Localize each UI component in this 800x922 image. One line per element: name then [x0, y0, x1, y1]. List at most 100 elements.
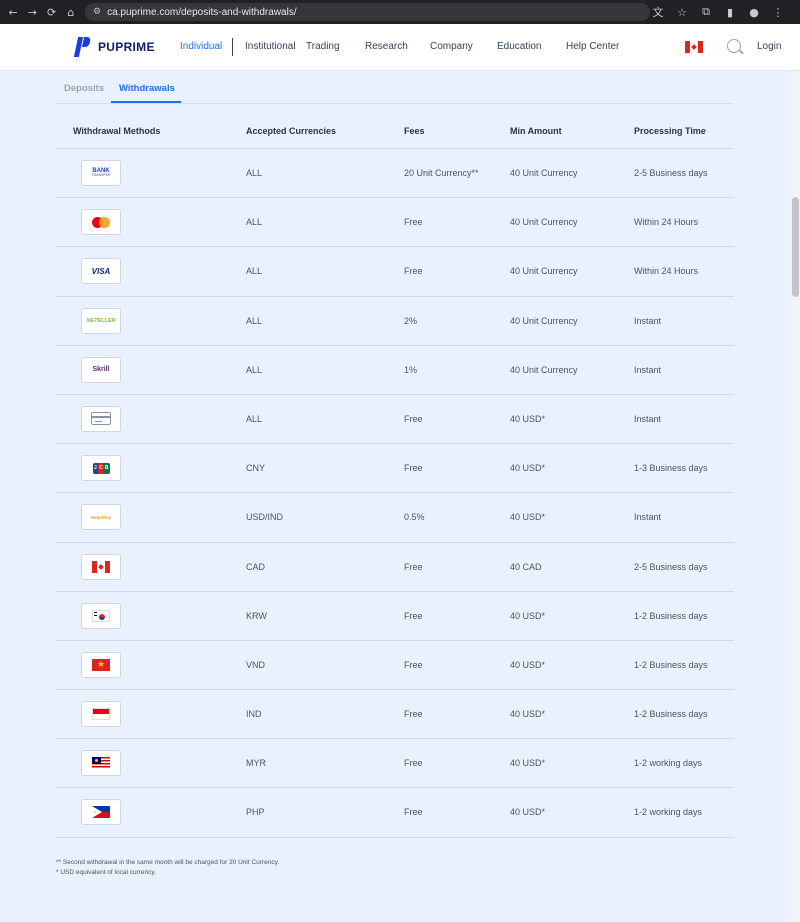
min-amount-cell: 40 USD* — [510, 709, 546, 720]
table-row: KRW Free 40 USD* 1-2 Business days — [56, 592, 734, 641]
min-amount-cell: 40 Unit Currency — [510, 217, 578, 228]
puprime-logo[interactable]: PUPRIME — [73, 36, 155, 58]
currency-cell: ALL — [246, 266, 263, 277]
column-header: Processing Time — [634, 126, 706, 136]
fee-cell: Free — [404, 463, 423, 474]
table-row: NETELLER ALL 2% 40 Unit Currency Instant — [56, 297, 734, 346]
fee-cell: Free — [404, 413, 423, 424]
fee-cell: 0.5% — [404, 512, 425, 523]
nav-company[interactable]: Company — [430, 41, 473, 52]
processing-time-cell: 1-2 Business days — [634, 659, 708, 670]
table-row: PHP Free 40 USD* 1-2 working days — [56, 788, 734, 838]
profile-icon[interactable]: ● — [746, 4, 762, 20]
site-header: PUPRIME Individual Institutional Trading… — [0, 24, 800, 71]
tab-withdrawals[interactable]: Withdrawals — [119, 83, 175, 94]
footnote: * USD equivalent of local currency. — [56, 869, 156, 876]
table-row: VISA ALL Free 40 Unit Currency Within 24… — [56, 247, 734, 297]
processing-time-cell: 1-2 working days — [634, 807, 703, 818]
currency-cell: USD/IND — [246, 512, 284, 523]
payment-tabs: Deposits Withdrawals — [56, 71, 732, 104]
min-amount-cell: 40 Unit Currency — [510, 266, 578, 277]
fee-cell: 20 Unit Currency** — [404, 168, 479, 178]
extensions-icon[interactable]: ⧉ — [698, 4, 714, 20]
min-amount-cell: 40 USD* — [510, 659, 546, 670]
processing-time-cell: 1-2 Business days — [634, 709, 708, 720]
currency-cell: IND — [246, 709, 262, 720]
active-tab-indicator — [111, 101, 181, 103]
home-icon[interactable]: ⌂ — [64, 4, 78, 20]
mastercard-logo — [81, 209, 121, 236]
min-amount-cell: 40 Unit Currency — [510, 364, 578, 375]
processing-time-cell: Instant — [634, 512, 662, 523]
nav-trading[interactable]: Trading — [306, 41, 340, 52]
table-row: BANK TRANSFER ALL 20 Unit Currency** 40 U… — [56, 149, 734, 199]
login-link[interactable]: Login — [757, 41, 781, 52]
nav-education[interactable]: Education — [497, 41, 541, 52]
browser-toolbar: ← → ⟳ ⌂ ⚙ ca.puprime.com/deposits-and-wi… — [0, 0, 800, 24]
visa-logo: VISA — [81, 258, 121, 285]
table-row: MYR Free 40 USD* 1-2 working days — [56, 739, 734, 789]
site-info-icon[interactable]: ⚙ — [93, 7, 101, 17]
currency-cell: KRW — [246, 610, 267, 621]
url-text[interactable]: ca.puprime.com/deposits-and-withdrawals/ — [107, 7, 297, 18]
table-header: Withdrawal Methods Accepted Currencies F… — [56, 113, 734, 149]
min-amount-cell: 40 USD* — [510, 807, 546, 818]
logo-text: PUPRIME — [98, 40, 155, 54]
translate-icon[interactable]: 文 — [650, 4, 666, 20]
scrollbar-thumb[interactable] — [792, 197, 799, 297]
reload-icon[interactable]: ⟳ — [45, 4, 59, 20]
processing-time-cell: Instant — [634, 413, 662, 424]
page-scrollbar[interactable] — [791, 71, 800, 922]
processing-time-cell: 1-3 Business days — [634, 463, 708, 474]
table-row: JCB CNY Free 40 USD* 1-3 Business days — [56, 444, 734, 494]
processing-time-cell: Instant — [634, 315, 662, 326]
vietnam-flag-icon — [81, 651, 121, 678]
table-row: Help2Pay USD/IND 0.5% 40 USD* Instant — [56, 493, 734, 543]
column-header: Min Amount — [510, 126, 562, 136]
canada-flag-icon[interactable] — [685, 41, 703, 53]
nav-individual[interactable]: Individual — [180, 41, 222, 52]
bank-transfer-logo: BANK TRANSFER — [81, 160, 121, 186]
nav-institutional[interactable]: Institutional — [245, 41, 296, 52]
column-header: Accepted Currencies — [246, 126, 337, 136]
skrill-logo: Skrill — [81, 356, 121, 383]
processing-time-cell: Instant — [634, 364, 662, 375]
fee-cell: Free — [404, 610, 423, 621]
back-icon[interactable]: ← — [6, 4, 20, 20]
min-amount-cell: 40 USD* — [510, 512, 546, 523]
min-amount-cell: 40 USD* — [510, 463, 546, 474]
search-icon[interactable] — [727, 39, 741, 53]
table-row: Skrill ALL 1% 40 Unit Currency Instant — [56, 346, 734, 395]
processing-time-cell: Within 24 Hours — [634, 266, 699, 277]
forward-icon[interactable]: → — [25, 4, 39, 20]
credit-card-icon — [81, 405, 121, 432]
bookmark-star-icon[interactable]: ☆ — [674, 4, 690, 20]
menu-icon[interactable]: ⋮ — [770, 4, 786, 20]
nav-research[interactable]: Research — [365, 41, 408, 52]
sidebar-icon[interactable]: ▮ — [722, 4, 738, 20]
nav-help-center[interactable]: Help Center — [566, 41, 619, 52]
fee-cell: 1% — [404, 364, 418, 375]
fee-cell: Free — [404, 217, 423, 228]
processing-time-cell: 1-2 working days — [634, 758, 703, 769]
fee-cell: Free — [404, 807, 423, 818]
philippines-flag-icon — [81, 799, 121, 826]
min-amount-cell: 40 USD* — [510, 413, 546, 424]
currency-cell: ALL — [246, 413, 263, 424]
tab-deposits[interactable]: Deposits — [64, 83, 104, 94]
indonesia-flag-icon — [81, 701, 121, 728]
currency-cell: ALL — [246, 217, 263, 228]
help2pay-logo: Help2Pay — [81, 504, 121, 531]
min-amount-cell: 40 Unit Currency — [510, 168, 578, 178]
korea-flag-icon — [81, 602, 121, 629]
min-amount-cell: 40 USD* — [510, 610, 546, 621]
table-row: IND Free 40 USD* 1-2 Business days — [56, 690, 734, 740]
currency-cell: ALL — [246, 364, 263, 375]
processing-time-cell: 2-5 Business days — [634, 561, 708, 572]
neteller-logo: NETELLER — [81, 307, 121, 334]
fee-cell: Free — [404, 709, 423, 720]
column-header: Withdrawal Methods — [73, 126, 161, 136]
address-bar[interactable]: ⚙ ca.puprime.com/deposits-and-withdrawal… — [85, 3, 650, 21]
table-row: VND Free 40 USD* 1-2 Business days — [56, 641, 734, 691]
currency-cell: VND — [246, 659, 266, 670]
